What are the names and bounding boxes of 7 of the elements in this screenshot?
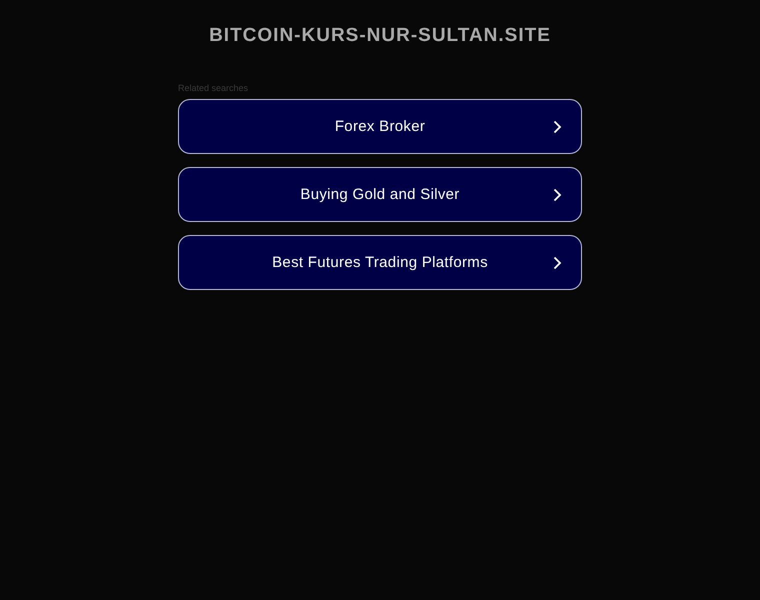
site-title: BITCOIN-KURS-NUR-SULTAN.SITE [209,25,551,47]
chevron-right-icon [553,256,562,270]
search-link[interactable]: Best Futures Trading Platforms [178,235,582,290]
chevron-right-icon [553,120,562,134]
search-link[interactable]: Forex Broker [178,99,582,154]
search-link[interactable]: Buying Gold and Silver [178,167,582,222]
chevron-right-icon [553,188,562,202]
